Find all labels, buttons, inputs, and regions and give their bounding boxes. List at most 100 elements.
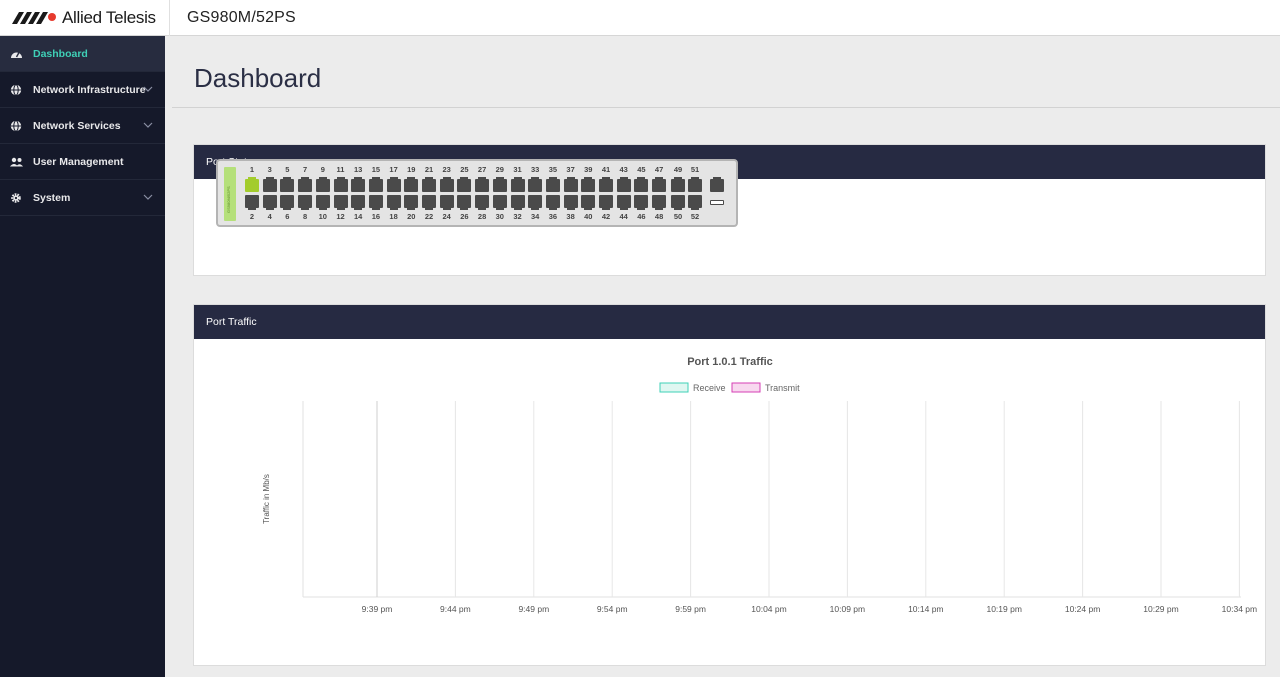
port-27[interactable] xyxy=(475,177,490,192)
dashboard-icon xyxy=(9,47,23,61)
traffic-chart: Port 1.0.1 Traffic Receive Transmit 9:39 pm… xyxy=(262,356,1257,614)
brand-logo[interactable]: Allied Telesis xyxy=(0,0,170,36)
port-11[interactable] xyxy=(333,177,348,192)
x-tick-label: 9:49 pm xyxy=(518,604,549,614)
app-header: Allied Telesis GS980M/52PS xyxy=(0,0,1280,36)
port-36[interactable] xyxy=(545,195,560,210)
console-port[interactable] xyxy=(710,200,724,205)
port-46[interactable] xyxy=(634,195,649,210)
port-13[interactable] xyxy=(351,177,366,192)
chevron-down-icon[interactable] xyxy=(143,84,153,94)
sidebar-item-network-services[interactable]: Network Services xyxy=(0,108,165,144)
port-14[interactable] xyxy=(351,195,366,210)
port-8[interactable] xyxy=(298,195,313,210)
port-status-panel: Port Status GS980M/52PS 1234567891011121… xyxy=(193,144,1266,276)
port-16[interactable] xyxy=(368,195,383,210)
port-20[interactable] xyxy=(404,195,419,210)
x-tick-label: 9:44 pm xyxy=(440,604,471,614)
port-41[interactable] xyxy=(599,177,613,192)
port-number-label: 33 xyxy=(531,165,540,174)
port-15[interactable] xyxy=(368,177,383,192)
port-number-label: 20 xyxy=(407,212,416,221)
page-title: Dashboard xyxy=(194,63,322,93)
port-28[interactable] xyxy=(475,195,490,210)
port-number-label: 30 xyxy=(495,212,504,221)
port-number-label: 45 xyxy=(637,165,646,174)
port-number-label: 1 xyxy=(249,165,255,174)
port-number-label: 18 xyxy=(389,212,398,221)
port-23[interactable] xyxy=(439,177,454,192)
port-number-label: 24 xyxy=(442,212,451,221)
port-34[interactable] xyxy=(528,195,543,210)
port-49[interactable] xyxy=(671,177,685,192)
x-tick-label: 10:04 pm xyxy=(751,604,786,614)
sidebar-item-label: Dashboard xyxy=(33,47,88,60)
port-47[interactable] xyxy=(652,177,667,192)
port-number-label: 35 xyxy=(548,165,558,174)
legend-label-transmit: Transmit xyxy=(765,383,800,393)
sidebar-item-label: User Management xyxy=(33,155,124,168)
title-divider xyxy=(172,107,1280,108)
port-37[interactable] xyxy=(563,177,578,192)
port-traffic-panel: Port Traffic Port 1.0.1 Traffic Receive Tr… xyxy=(193,304,1266,666)
port-6[interactable] xyxy=(280,195,295,210)
port-number-label: 46 xyxy=(637,212,646,221)
port-number-label: 12 xyxy=(336,212,345,221)
port-51[interactable] xyxy=(688,177,702,192)
port-9[interactable] xyxy=(315,177,330,192)
port-19[interactable] xyxy=(404,177,419,192)
port-5[interactable] xyxy=(280,177,295,192)
port-18[interactable] xyxy=(386,195,401,210)
sidebar-item-system[interactable]: System xyxy=(0,180,165,216)
port-10[interactable] xyxy=(315,195,330,210)
port-number-label: 40 xyxy=(584,212,593,221)
port-39[interactable] xyxy=(581,177,596,192)
port-17[interactable] xyxy=(386,177,401,192)
port-50[interactable] xyxy=(671,195,685,210)
port-2[interactable] xyxy=(245,195,259,210)
port-number-label: 17 xyxy=(389,165,398,174)
x-tick-label: 10:29 pm xyxy=(1143,604,1178,614)
port-43[interactable] xyxy=(616,177,631,192)
sidebar-item-network-infrastructure[interactable]: Network Infrastructure xyxy=(0,72,165,108)
chevron-down-icon[interactable] xyxy=(143,120,153,130)
port-26[interactable] xyxy=(457,195,472,210)
port-7[interactable] xyxy=(298,177,313,192)
port-1[interactable] xyxy=(245,177,259,192)
port-31[interactable] xyxy=(510,177,525,192)
port-number-label: 23 xyxy=(442,165,451,174)
port-45[interactable] xyxy=(634,177,649,192)
chevron-down-icon[interactable] xyxy=(143,192,153,202)
port-35[interactable] xyxy=(545,177,560,192)
port-21[interactable] xyxy=(422,177,436,192)
port-48[interactable] xyxy=(652,195,667,210)
port-number-label: 49 xyxy=(673,165,683,174)
sidebar-item-label: Network Services xyxy=(33,119,121,132)
sidebar-item-user-management[interactable]: User Management xyxy=(0,144,165,180)
port-25[interactable] xyxy=(457,177,472,192)
port-12[interactable] xyxy=(333,195,348,210)
globe-icon xyxy=(9,83,23,97)
legend-label-receive: Receive xyxy=(693,383,726,393)
port-29[interactable] xyxy=(492,177,507,192)
port-3[interactable] xyxy=(262,177,277,192)
port-traffic-heading: Port Traffic xyxy=(194,305,1265,339)
port-40[interactable] xyxy=(581,195,596,210)
management-port[interactable] xyxy=(710,177,724,192)
port-33[interactable] xyxy=(528,177,543,192)
port-number-label: 52 xyxy=(690,212,700,221)
port-22[interactable] xyxy=(422,195,436,210)
port-30[interactable] xyxy=(492,195,507,210)
port-4[interactable] xyxy=(262,195,277,210)
port-42[interactable] xyxy=(599,195,613,210)
switch-faceplate: GS980M/52PS 1 2 3 4 5 6 7 8 9 10 11 12 13 14 15 16 17 18 1… xyxy=(216,159,738,227)
x-tick-label: 10:19 pm xyxy=(986,604,1021,614)
port-number-label: 11 xyxy=(336,165,345,174)
port-44[interactable] xyxy=(616,195,631,210)
port-number-label: 32 xyxy=(513,212,522,221)
port-32[interactable] xyxy=(510,195,525,210)
port-24[interactable] xyxy=(439,195,454,210)
port-38[interactable] xyxy=(563,195,578,210)
sidebar-item-dashboard[interactable]: Dashboard xyxy=(0,36,165,72)
port-52[interactable] xyxy=(688,195,702,210)
